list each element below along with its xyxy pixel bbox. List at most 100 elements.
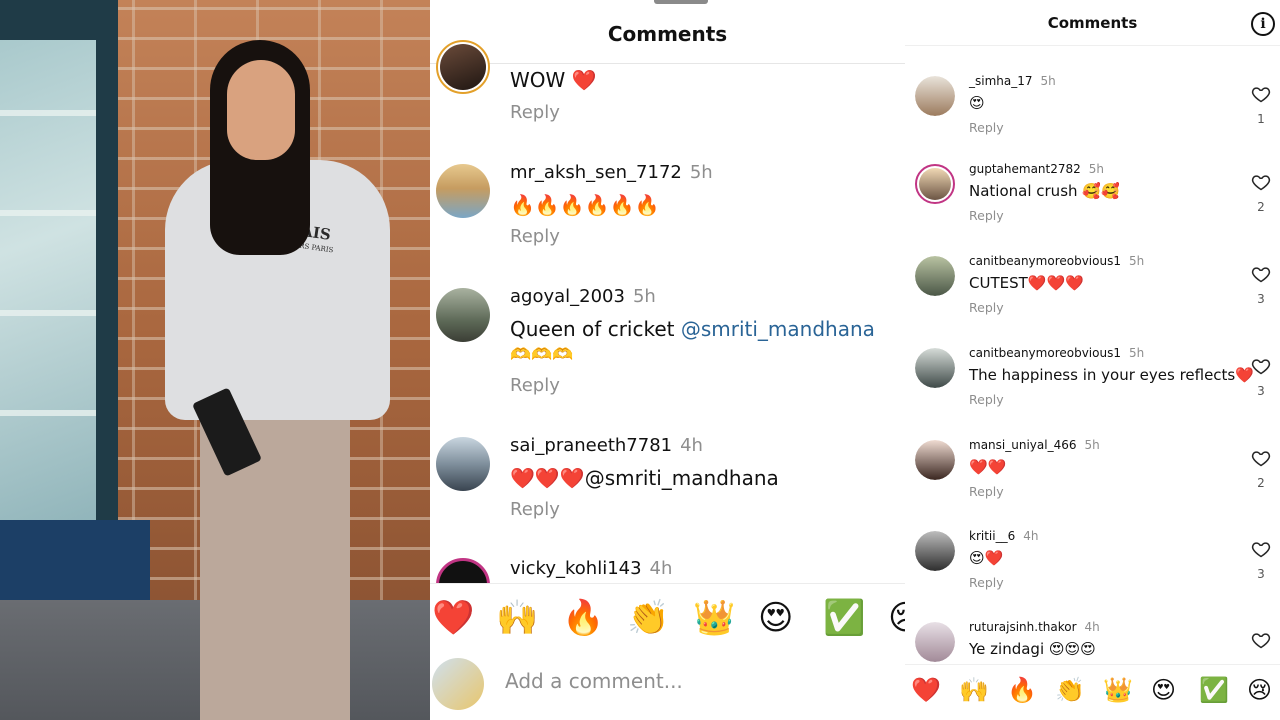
comment-text: CUTEST❤️❤️❤️ (969, 274, 1084, 292)
reply-button[interactable]: Reply (969, 484, 1004, 499)
comment-item: canitbeanymoreobvious1 5h The happiness in… (905, 346, 1280, 440)
comment-username[interactable]: _simha_17 (969, 74, 1033, 88)
reply-button[interactable]: Reply (969, 392, 1004, 407)
reply-button[interactable]: Reply (969, 300, 1004, 315)
like-heart-icon[interactable] (1251, 630, 1271, 650)
window-frame (0, 0, 118, 560)
panel-title: Comments (1047, 14, 1138, 32)
emoji-check[interactable]: ✅ (823, 598, 865, 638)
reply-button[interactable]: Reply (969, 208, 1004, 223)
comment-username[interactable]: kritii__6 (969, 529, 1015, 543)
like-heart-icon[interactable] (1251, 539, 1271, 559)
screenshot-collage: LE MARAIS RUE DES ROSIERS PARIS Comments… (0, 0, 1280, 720)
comment-item: kritii__6 4h 😍❤️ Reply 3 (905, 529, 1280, 623)
avatar[interactable] (915, 76, 955, 116)
emoji-heart[interactable]: ❤️ (432, 598, 474, 638)
avatar[interactable] (915, 256, 955, 296)
comment-composer: Add a comment... (430, 655, 905, 720)
emoji-crying[interactable]: 😢 (888, 598, 905, 638)
reply-button[interactable]: Reply (510, 102, 560, 123)
emoji-crying[interactable]: 😢 (1247, 675, 1272, 705)
avatar[interactable] (915, 531, 955, 571)
like-heart-icon[interactable] (1251, 172, 1271, 192)
reply-button[interactable]: Reply (510, 226, 560, 247)
person-figure: LE MARAIS RUE DES ROSIERS PARIS (155, 30, 405, 720)
quick-emoji-bar: ❤️ 🙌 🔥 👏 👑 😍 ✅ 😢 (430, 583, 905, 655)
like-count: 2 (1257, 476, 1265, 490)
avatar[interactable] (915, 622, 955, 662)
reply-button[interactable]: Reply (969, 120, 1004, 135)
like-heart-icon[interactable] (1251, 264, 1271, 284)
emoji-clap[interactable]: 👏 (627, 598, 669, 638)
emoji-crown[interactable]: 👑 (693, 598, 735, 638)
avatar[interactable] (436, 40, 490, 94)
comment-time: 5h (1040, 74, 1056, 88)
avatar[interactable] (436, 288, 490, 342)
comment-username[interactable]: ruturajsinh.thakor (969, 620, 1077, 634)
emoji-fire[interactable]: 🔥 (1007, 675, 1037, 705)
emoji-heart-eyes[interactable]: 😍 (758, 598, 793, 638)
comment-text: Ye zindagi 😍😍😍 (969, 640, 1096, 658)
avatar[interactable] (915, 440, 955, 480)
comment-item: _simha_17 5h 😍 Reply 1 (905, 74, 1280, 168)
comment-username[interactable]: canitbeanymoreobvious1 (969, 254, 1121, 268)
add-comment-input[interactable]: Add a comment... (505, 669, 683, 693)
post-photo: LE MARAIS RUE DES ROSIERS PARIS (0, 0, 430, 720)
emoji-raised-hands[interactable]: 🙌 (959, 675, 989, 705)
avatar[interactable] (436, 437, 490, 491)
comment-time: 5h (632, 286, 656, 307)
comment-username[interactable]: vicky_kohli143 (510, 558, 642, 579)
comment-time: 5h (1128, 254, 1145, 268)
emoji-heart[interactable]: ❤️ (911, 675, 941, 705)
comment-username[interactable]: mansi_uniyal_466 (969, 438, 1076, 452)
avatar[interactable] (915, 348, 955, 388)
comment-text: National crush 🥰🥰 (969, 182, 1120, 200)
comment-username[interactable]: sai_praneeth7781 (510, 435, 672, 456)
comment-text: ❤️❤️ (969, 458, 1007, 476)
reply-button[interactable]: Reply (510, 375, 560, 396)
my-avatar (432, 658, 484, 710)
like-count: 1 (1257, 112, 1265, 126)
like-count: 3 (1257, 567, 1265, 581)
comment-time: 5h (1128, 346, 1145, 360)
like-heart-icon[interactable] (1251, 356, 1271, 376)
comment-text: The happiness in your eyes reflects❤️ (969, 366, 1254, 384)
emoji-heart-eyes[interactable]: 😍 (1151, 675, 1176, 705)
emoji-fire[interactable]: 🔥 (562, 598, 604, 638)
drag-handle[interactable] (654, 0, 708, 4)
comment-text: Queen of cricket @smriti_mandhana (510, 317, 875, 341)
emoji-raised-hands[interactable]: 🙌 (496, 598, 538, 638)
comment-time: 5h (1088, 162, 1105, 176)
emoji-check[interactable]: ✅ (1199, 675, 1229, 705)
avatar[interactable] (436, 164, 490, 218)
comments-panel-large: Comments WOW ❤️ Reply mr_aksh_sen_7172 5h… (430, 0, 905, 720)
quick-emoji-bar: ❤️ 🙌 🔥 👏 👑 😍 ✅ 😢 (905, 664, 1280, 720)
comment-time: 5h (689, 162, 713, 183)
comment-text: ❤️❤️❤️@smriti_mandhana (510, 466, 779, 490)
comments-panel-small: Comments i _simha_17 5h 😍 Reply 1 guptahemant… (905, 0, 1280, 720)
comment-text: 🔥🔥🔥🔥🔥🔥 (510, 193, 660, 217)
reply-button[interactable]: Reply (510, 499, 560, 520)
emoji-clap[interactable]: 👏 (1055, 675, 1085, 705)
comment-username[interactable]: guptahemant2782 (969, 162, 1081, 176)
comment-item: guptahemant2782 5h National crush 🥰🥰 Reply 2 (905, 162, 1280, 256)
comment-username[interactable]: canitbeanymoreobvious1 (969, 346, 1121, 360)
like-count: 2 (1257, 200, 1265, 214)
comment-item: canitbeanymoreobvious1 5h CUTEST❤️❤️❤️ Repl… (905, 254, 1280, 348)
comment-text-line2: 🫶🫶🫶 (510, 345, 574, 365)
like-count: 3 (1257, 292, 1265, 306)
comment-time: 4h (1023, 529, 1039, 543)
emoji-crown[interactable]: 👑 (1103, 675, 1133, 705)
panel-title: Comments (607, 22, 728, 46)
like-heart-icon[interactable] (1251, 84, 1271, 104)
mention-link[interactable]: @smriti_mandhana (681, 317, 875, 341)
avatar[interactable] (915, 164, 955, 204)
comment-text: 😍❤️ (969, 549, 1004, 567)
comment-username[interactable]: agoyal_2003 (510, 286, 625, 307)
like-heart-icon[interactable] (1251, 448, 1271, 468)
reply-button[interactable]: Reply (969, 575, 1004, 590)
like-count: 3 (1257, 384, 1265, 398)
info-icon[interactable]: i (1251, 12, 1275, 36)
comment-time: 5h (1084, 438, 1100, 452)
comment-username[interactable]: mr_aksh_sen_7172 (510, 162, 682, 183)
